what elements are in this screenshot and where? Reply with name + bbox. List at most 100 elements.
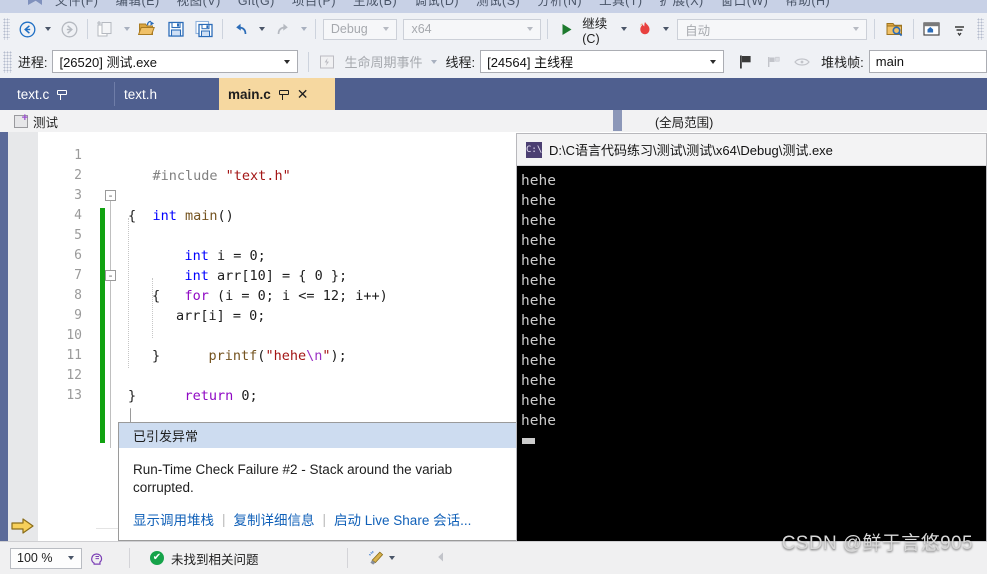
editor-split-handle[interactable]: [613, 110, 622, 131]
continue-button[interactable]: [552, 17, 580, 41]
undo-dropdown-caret[interactable]: [259, 27, 266, 31]
collapse-toggle-for-loop[interactable]: -: [105, 270, 116, 281]
menu-item-list[interactable]: 文件(F) 编辑(E) 视图(V) Git(G) 项目(P) 生成(B) 调试(D) 测试(S…: [55, 0, 847, 9]
menu-item-extensions[interactable]: 扩展(X): [660, 0, 704, 8]
menu-item-project[interactable]: 项目(P): [292, 0, 336, 8]
collapse-toggle-function[interactable]: -: [105, 190, 116, 201]
hot-reload-button[interactable]: [631, 17, 659, 41]
save-button[interactable]: [162, 17, 190, 41]
scope-project-name[interactable]: 测试: [33, 112, 58, 131]
menu-item-file[interactable]: 文件(F): [55, 0, 98, 8]
redo-button[interactable]: [269, 17, 297, 41]
code-line-13[interactable]: }: [128, 386, 136, 406]
menu-item-tools[interactable]: 工具(T): [599, 0, 642, 8]
current-statement-arrow-icon[interactable]: [11, 517, 35, 535]
menu-item-window[interactable]: 窗口(W): [721, 0, 769, 8]
exception-popup-actions[interactable]: 显示调用堆栈 | 复制详细信息 | 启动 Live Share 会话...: [119, 509, 519, 529]
chevron-down-icon[interactable]: [710, 59, 717, 64]
solution-configuration-combo[interactable]: Debug: [322, 18, 398, 40]
tab-main-c[interactable]: main.c ✕: [219, 78, 335, 110]
menu-item-test[interactable]: 测试(S): [476, 0, 520, 8]
chevron-down-icon[interactable]: [852, 27, 859, 31]
hot-reload-dropdown-caret[interactable]: [663, 27, 670, 31]
debug-location-toolbar[interactable]: 进程: [26520] 测试.exe 生命周期事件 线程: [24564] 主线…: [0, 45, 987, 79]
close-icon[interactable]: ✕: [297, 87, 309, 101]
indicator-margin[interactable]: [8, 132, 38, 541]
save-all-button[interactable]: [190, 17, 218, 41]
menu-item-analyze[interactable]: 分析(N): [537, 0, 582, 8]
navigate-back-button[interactable]: [13, 17, 41, 41]
zoom-level-combo[interactable]: 100 %: [10, 547, 82, 569]
menu-item-help[interactable]: 帮助(H): [785, 0, 830, 8]
navigate-back-dropdown-caret[interactable]: [45, 27, 52, 31]
code-line-4[interactable]: {: [128, 206, 136, 226]
console-output[interactable]: hehe hehe hehe hehe hehe hehe hehe hehe …: [517, 167, 986, 572]
lifecycle-events-caret[interactable]: [431, 59, 438, 64]
code-line-1[interactable]: #include "text.h": [120, 146, 291, 184]
menu-item-view[interactable]: 视图(V): [177, 0, 221, 8]
lifecycle-events-label[interactable]: 生命周期事件: [344, 52, 422, 71]
console-window[interactable]: C:\ D:\C语言代码练习\测试\测试\x64\Debug\测试.exe he…: [516, 133, 987, 573]
continue-dropdown-caret[interactable]: [621, 27, 628, 31]
start-live-share-link[interactable]: 启动 Live Share 会话...: [334, 509, 471, 529]
tab-text-h[interactable]: text.h: [115, 78, 219, 110]
console-title-bar[interactable]: C:\ D:\C语言代码练习\测试\测试\x64\Debug\测试.exe: [517, 134, 986, 166]
copy-details-link[interactable]: 复制详细信息: [234, 509, 315, 529]
chevron-down-icon[interactable]: [383, 27, 390, 31]
chevron-down-icon[interactable]: [68, 556, 74, 560]
undo-button[interactable]: [227, 17, 255, 41]
pin-icon[interactable]: [278, 89, 289, 100]
show-call-stack-link[interactable]: 显示调用堆栈: [133, 509, 214, 529]
parallel-stacks-button[interactable]: [788, 50, 816, 74]
debug-toolbar-grip[interactable]: [3, 50, 12, 73]
scope-global-label[interactable]: (全局范围): [655, 112, 713, 131]
code-cleanup-button[interactable]: [368, 550, 399, 566]
tab-text-c[interactable]: text.c: [8, 78, 114, 110]
new-item-button[interactable]: [92, 17, 120, 41]
menu-item-git[interactable]: Git(G): [238, 0, 275, 8]
flag-group-button[interactable]: [760, 50, 788, 74]
menu-item-edit[interactable]: 编辑(E): [115, 0, 159, 8]
standard-toolbar[interactable]: Debug x64 继续(C) 自动: [0, 13, 987, 46]
auto-mode-combo[interactable]: 自动: [677, 18, 867, 40]
menu-item-build[interactable]: 生成(B): [353, 0, 397, 8]
code-line-3[interactable]: int main(): [120, 186, 234, 224]
menu-bar[interactable]: 文件(F) 编辑(E) 视图(V) Git(G) 项目(P) 生成(B) 调试(D) 测试(S…: [0, 0, 987, 13]
thread-dropdown[interactable]: [24564] 主线程: [480, 50, 725, 73]
home-window-button[interactable]: [918, 17, 946, 41]
exception-popup[interactable]: 已引发异常 Run-Time Check Failure #2 - Stack …: [118, 422, 520, 541]
code-line-11[interactable]: }: [152, 346, 160, 366]
redo-dropdown-caret[interactable]: [301, 27, 308, 31]
code-line-8[interactable]: {: [152, 286, 160, 306]
editor-tab-strip[interactable]: text.c text.h main.c ✕: [0, 78, 987, 110]
lifecycle-events-button[interactable]: [313, 50, 341, 74]
toolbar-overflow-button[interactable]: [946, 17, 974, 41]
scroll-left-button[interactable]: [435, 551, 447, 566]
problems-status[interactable]: ✔ 未找到相关问题: [150, 549, 259, 568]
code-cleanup-caret[interactable]: [388, 556, 395, 560]
intellisense-status-button[interactable]: [90, 551, 105, 566]
code-line-6[interactable]: int arr[10] = { 0 };: [152, 246, 348, 284]
toolbar-grip[interactable]: [3, 18, 11, 40]
code-line-10[interactable]: printf("hehe\n");: [176, 326, 347, 364]
ok-check-icon: ✔: [150, 551, 164, 565]
process-dropdown[interactable]: [26520] 测试.exe: [52, 50, 299, 73]
chevron-down-icon[interactable]: [527, 27, 534, 31]
chevron-down-icon[interactable]: [284, 59, 291, 64]
code-line-5[interactable]: int i = 0;: [152, 226, 266, 264]
pin-icon[interactable]: [56, 89, 68, 100]
code-line-7[interactable]: for (i = 0; i <= 12; i++): [152, 266, 388, 304]
search-folder-button[interactable]: [881, 17, 909, 41]
continue-label[interactable]: 继续(C): [582, 13, 617, 46]
flag-thread-button[interactable]: [732, 50, 760, 74]
navigation-scope-bar[interactable]: 测试 (全局范围): [0, 110, 987, 133]
solution-platform-combo[interactable]: x64: [403, 18, 542, 40]
open-file-button[interactable]: [134, 17, 162, 41]
code-line-9[interactable]: arr[i] = 0;: [176, 306, 265, 326]
new-item-dropdown-caret[interactable]: [124, 27, 131, 31]
menu-item-debug[interactable]: 调试(D): [414, 0, 459, 8]
toolbar-overflow-grip[interactable]: [976, 18, 985, 40]
code-line-12[interactable]: return 0;: [152, 366, 258, 404]
navigate-forward-button[interactable]: [55, 17, 83, 41]
stackframe-dropdown[interactable]: main: [868, 50, 987, 73]
